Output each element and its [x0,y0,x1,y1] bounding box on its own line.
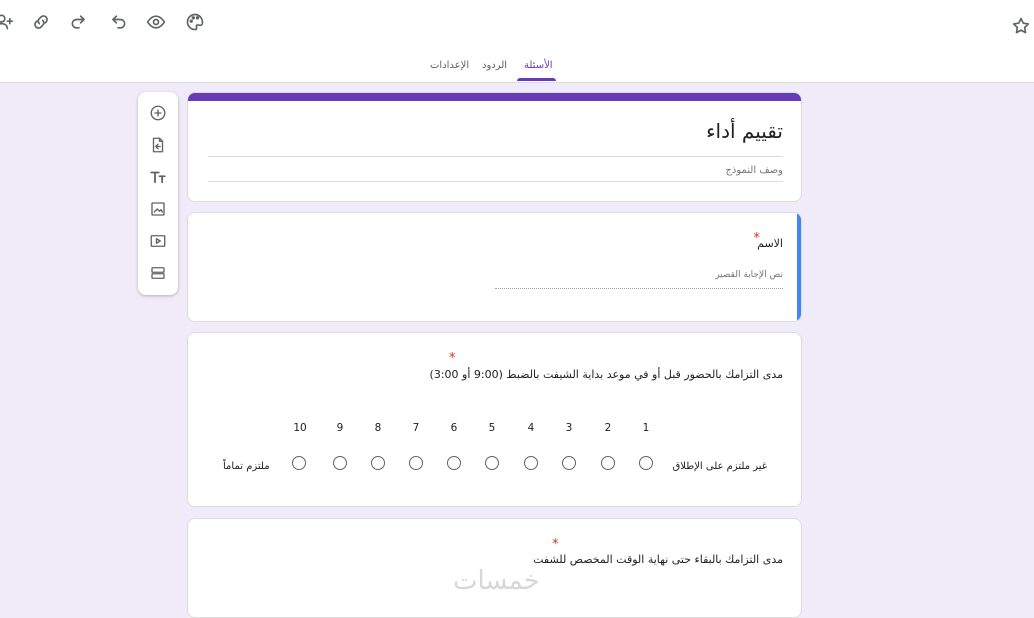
divider [208,156,783,157]
scale-radio-3[interactable] [562,456,576,470]
scale-radio-4[interactable] [524,456,538,470]
question-card-name[interactable]: الاسم * نص الإجابة القصير [187,212,802,322]
add-section-icon[interactable] [147,262,169,284]
tab-responses[interactable]: الردود [482,58,507,74]
focus-indicator [797,213,801,321]
redo-icon[interactable] [67,10,91,34]
add-question-icon[interactable] [147,102,169,124]
top-bar: الأسئلة الردود الإعدادات [0,0,1034,83]
required-mark: * [552,537,559,552]
divider [208,181,783,182]
scale-number: 7 [412,422,420,434]
question-toolbar [138,92,178,295]
scale-number: 3 [565,422,573,434]
scale-radio-8[interactable] [371,456,385,470]
required-mark: * [449,351,456,366]
scale-radio-7[interactable] [409,456,423,470]
add-title-icon[interactable] [147,166,169,188]
scale-radio-5[interactable] [485,456,499,470]
scale-number: 5 [488,422,496,434]
accent-strip [188,93,801,101]
scale-radio-9[interactable] [333,456,347,470]
link-icon[interactable] [29,10,53,34]
scale-number: 10 [293,422,307,434]
scale-radio-2[interactable] [601,456,615,470]
add-image-icon[interactable] [147,198,169,220]
scale-high-label: ملتزم تماماً [223,461,270,472]
question-card-attendance[interactable]: * مدى التزامك بالحضور قبل أو في موعد بدا… [187,332,802,507]
add-collaborator-icon[interactable] [0,10,16,34]
scale-radio-1[interactable] [639,456,653,470]
answer-underline [495,288,783,289]
undo-icon[interactable] [106,10,130,34]
star-icon[interactable] [1009,14,1033,38]
form-description-field[interactable]: وصف النموذج [725,165,783,176]
active-tab-indicator [517,78,556,81]
add-video-icon[interactable] [147,230,169,252]
tab-questions[interactable]: الأسئلة [524,58,553,74]
palette-icon[interactable] [183,10,207,34]
watermark-logo: خمسات [453,566,540,596]
scale-number: 2 [604,422,612,434]
required-mark: * [753,231,761,246]
form-header-card: تقييم أداء وصف النموذج [187,92,802,202]
scale-number: 4 [527,422,535,434]
preview-icon[interactable] [144,10,168,34]
form-title[interactable]: تقييم أداء [706,119,783,143]
scale-low-label: غير ملتزم على الإطلاق [672,461,767,472]
question-label: الاسم [757,237,783,250]
import-questions-icon[interactable] [147,134,169,156]
question-label: مدى التزامك بالحضور قبل أو في موعد بداية… [429,368,783,381]
question-label: مدى التزامك بالبقاء حتى نهاية الوقت المخ… [533,553,783,566]
scale-number: 1 [642,422,650,434]
tab-settings[interactable]: الإعدادات [430,58,469,74]
scale-radio-6[interactable] [447,456,461,470]
tab-bar: الأسئلة الردود الإعدادات [0,58,1034,82]
scale-number: 6 [450,422,458,434]
scale-radio-10[interactable] [292,456,306,470]
scale-number: 8 [374,422,382,434]
scale-number: 9 [336,422,344,434]
short-answer-placeholder: نص الإجابة القصير [715,270,783,280]
